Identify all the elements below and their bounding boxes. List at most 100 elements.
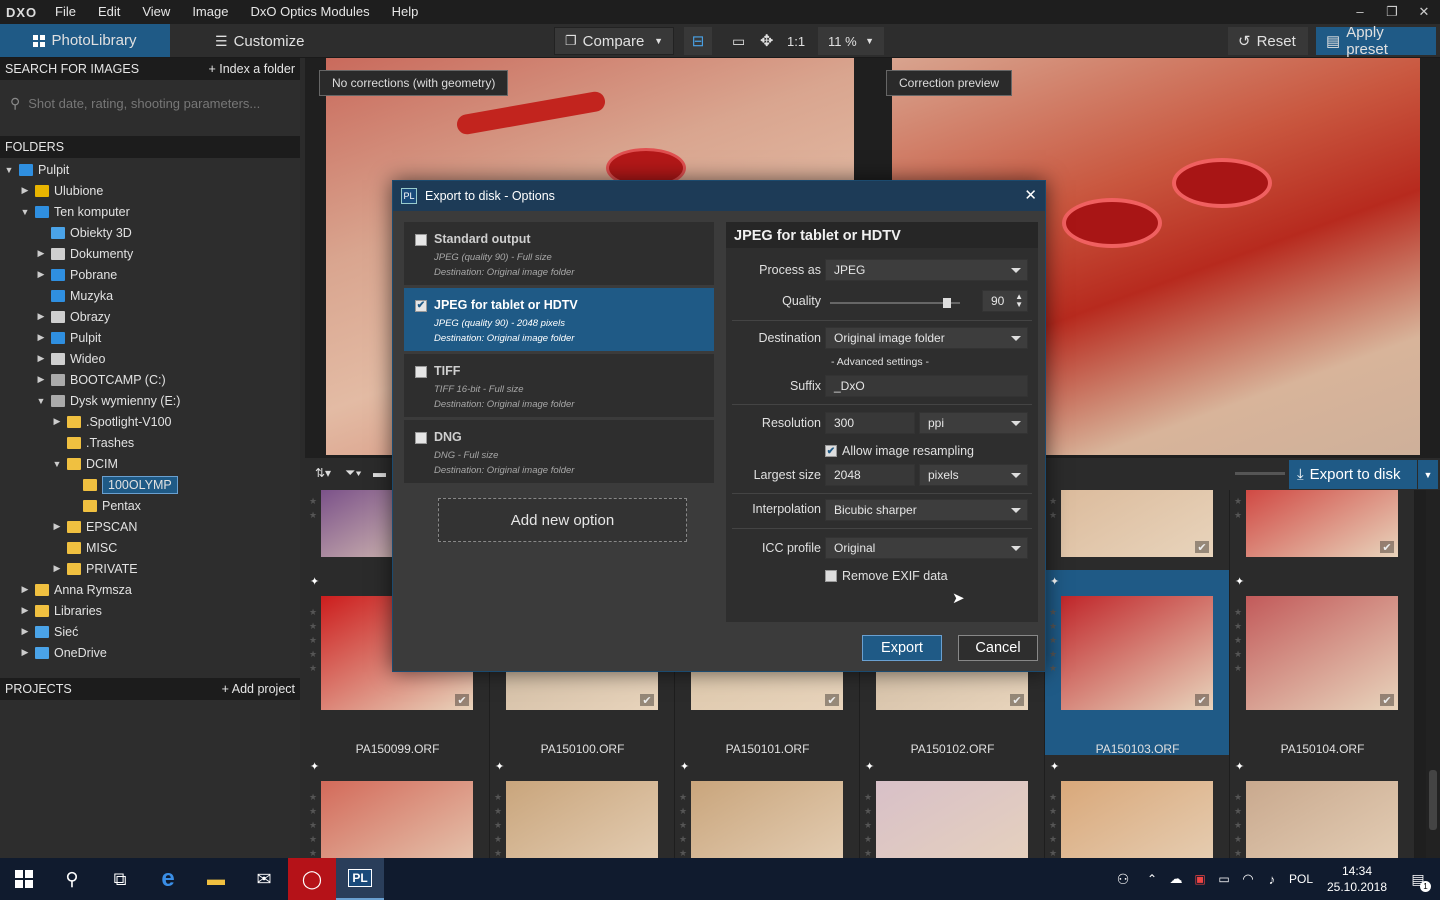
checkbox-icon[interactable]: [415, 432, 427, 444]
folder-tree-item[interactable]: ▶ Dokumenty: [36, 243, 134, 264]
thumbnail-cell[interactable]: ✦ ★★★★★✔: [305, 755, 490, 858]
collapsed-triangle-icon[interactable]: ▶: [52, 416, 62, 427]
tag-icon[interactable]: ✦: [1235, 760, 1244, 773]
folder-tree-item[interactable]: ▶ Wideo: [36, 348, 106, 369]
folder-tree-item[interactable]: ▼ Dysk wymienny (E:): [36, 390, 181, 411]
expanded-triangle-icon[interactable]: ▼: [36, 396, 46, 406]
folder-tree-item[interactable]: Muzyka: [36, 285, 113, 306]
clock[interactable]: 14:34 25.10.2018: [1318, 863, 1396, 895]
rating-stars[interactable]: ★★★★★: [1234, 790, 1244, 858]
checkmark-icon[interactable]: ✔: [1010, 694, 1024, 707]
zoom-1to1-button[interactable]: 1:1: [783, 27, 809, 55]
collapsed-triangle-icon[interactable]: ▶: [36, 353, 46, 364]
export-to-disk-button[interactable]: ⤓ Export to disk: [1289, 460, 1417, 489]
thumbnail-scrollbar[interactable]: [1426, 490, 1440, 858]
tab-photolibrary[interactable]: PhotoLibrary: [0, 24, 170, 57]
expanded-triangle-icon[interactable]: ▼: [4, 165, 14, 175]
folder-tree-item[interactable]: ▼ Pulpit: [4, 159, 70, 180]
tab-customize[interactable]: ☰ Customize: [205, 27, 314, 55]
folder-tree-item[interactable]: Pentax: [68, 495, 141, 516]
windows-start-icon[interactable]: [0, 858, 48, 900]
collapsed-triangle-icon[interactable]: ▶: [52, 563, 62, 574]
file-explorer-icon[interactable]: ▬: [192, 858, 240, 900]
edge-browser-icon[interactable]: e: [144, 858, 192, 900]
thumbnail-cell[interactable]: ✦ ★★★★★✔: [860, 755, 1045, 858]
collapsed-triangle-icon[interactable]: ▶: [36, 311, 46, 322]
add-new-option-button[interactable]: Add new option: [438, 498, 687, 542]
quality-slider[interactable]: [830, 296, 960, 310]
antivirus-icon[interactable]: ▣: [1188, 858, 1212, 900]
icc-profile-select[interactable]: Original: [825, 537, 1028, 559]
tag-icon[interactable]: ✦: [680, 760, 689, 773]
process-as-select[interactable]: JPEG: [825, 259, 1028, 281]
output-option-item[interactable]: ✔ JPEG for tablet or HDTV JPEG (quality 90…: [404, 288, 714, 352]
interpolation-select[interactable]: Bicubic sharper: [825, 499, 1028, 521]
reset-button[interactable]: ↺ Reset: [1228, 27, 1308, 55]
collapsed-triangle-icon[interactable]: ▶: [36, 332, 46, 343]
export-menu-button[interactable]: ▼: [1418, 460, 1438, 489]
menu-edit[interactable]: Edit: [87, 0, 131, 24]
rating-stars[interactable]: ★★★★★: [864, 790, 874, 858]
folder-tree-item[interactable]: ▶ Libraries: [20, 600, 102, 621]
folder-tree-item[interactable]: ▶ .Spotlight-V100: [52, 411, 172, 432]
checkmark-icon[interactable]: ✔: [455, 694, 469, 707]
thumbnail-cell[interactable]: ✦ ★★★★★✔: [1230, 755, 1415, 858]
move-tool-button[interactable]: ✥: [756, 27, 777, 55]
output-option-item[interactable]: TIFF TIFF 16-bit - Full size Destination: …: [404, 354, 714, 418]
minimize-button[interactable]: –: [1344, 0, 1376, 24]
rating-stars[interactable]: ★★★★★: [1049, 605, 1059, 675]
output-option-item[interactable]: DNG DNG - Full size Destination: Original …: [404, 420, 714, 484]
crop-view-button[interactable]: ▭: [728, 27, 749, 55]
thumbnail-image[interactable]: ✔: [506, 781, 658, 858]
collapsed-triangle-icon[interactable]: ▶: [52, 521, 62, 532]
search-icon[interactable]: ⚲: [48, 858, 96, 900]
people-icon[interactable]: ⚇: [1106, 858, 1140, 900]
thumbnail-size-slider[interactable]: [1235, 472, 1285, 475]
menu-view[interactable]: View: [131, 0, 181, 24]
checkmark-icon[interactable]: ✔: [1195, 541, 1209, 554]
quality-spinbox[interactable]: 90 ▲ ▼: [982, 290, 1028, 312]
mail-icon[interactable]: ✉: [240, 858, 288, 900]
folder-tree-item[interactable]: ▼ Ten komputer: [20, 201, 130, 222]
wifi-icon[interactable]: ◠: [1236, 858, 1260, 900]
rating-stars[interactable]: ★★★★★: [1234, 605, 1244, 675]
allow-resampling-checkbox[interactable]: ✔ Allow image resampling: [825, 444, 974, 458]
folder-icon[interactable]: ▬: [373, 465, 386, 480]
task-view-icon[interactable]: ⧉: [96, 858, 144, 900]
checkmark-icon[interactable]: ✔: [640, 694, 654, 707]
cancel-button[interactable]: Cancel: [958, 635, 1038, 661]
thumbnail-image[interactable]: ✔: [1061, 596, 1213, 710]
thumbnail-image[interactable]: ✔: [1246, 596, 1398, 710]
export-button[interactable]: Export: [862, 635, 942, 661]
chevron-up-icon[interactable]: ⌃: [1140, 858, 1164, 900]
folder-tree-item[interactable]: ▶ Ulubione: [20, 180, 104, 201]
thumbnail-cell[interactable]: ✦ ★ ★ ★ ★ ★ ✔ PA150103.ORF: [1045, 570, 1230, 756]
opera-browser-icon[interactable]: ◯: [288, 858, 336, 900]
collapsed-triangle-icon[interactable]: ▶: [36, 269, 46, 280]
tag-icon[interactable]: ✦: [1235, 575, 1244, 588]
tag-icon[interactable]: ✦: [1050, 760, 1059, 773]
collapsed-triangle-icon[interactable]: ▶: [20, 185, 30, 196]
index-folder-link[interactable]: + Index a folder: [208, 62, 295, 76]
sort-icon[interactable]: ⇅▾: [315, 466, 331, 480]
zoom-select[interactable]: 11 % ▼: [818, 27, 884, 55]
folder-tree-item[interactable]: ▶ EPSCAN: [52, 516, 138, 537]
thumbnail-image[interactable]: ✔: [876, 781, 1028, 858]
add-project-link[interactable]: + Add project: [222, 682, 295, 696]
checkmark-icon[interactable]: ✔: [825, 694, 839, 707]
resolution-input[interactable]: 300: [825, 412, 915, 434]
expanded-triangle-icon[interactable]: ▼: [20, 207, 30, 217]
thumbnail-cell[interactable]: ✦ ★★★★★✔: [1045, 755, 1230, 858]
folder-tree-item[interactable]: ▶ OneDrive: [20, 642, 107, 663]
checkmark-icon[interactable]: ✔: [1195, 694, 1209, 707]
menu-file[interactable]: File: [44, 0, 87, 24]
onedrive-cloud-icon[interactable]: ☁: [1164, 858, 1188, 900]
rating-stars[interactable]: ★★★★★: [494, 790, 504, 858]
checkmark-icon[interactable]: ✔: [1380, 541, 1394, 554]
scrollbar-thumb[interactable]: [1429, 770, 1437, 830]
rating-stars[interactable]: ★★★★★: [679, 790, 689, 858]
folder-tree-item[interactable]: 100OLYMP: [68, 474, 178, 495]
notification-center-icon[interactable]: ▤ 1: [1396, 858, 1440, 900]
largest-size-input[interactable]: 2048: [825, 464, 915, 486]
tag-icon[interactable]: ✦: [495, 760, 504, 773]
